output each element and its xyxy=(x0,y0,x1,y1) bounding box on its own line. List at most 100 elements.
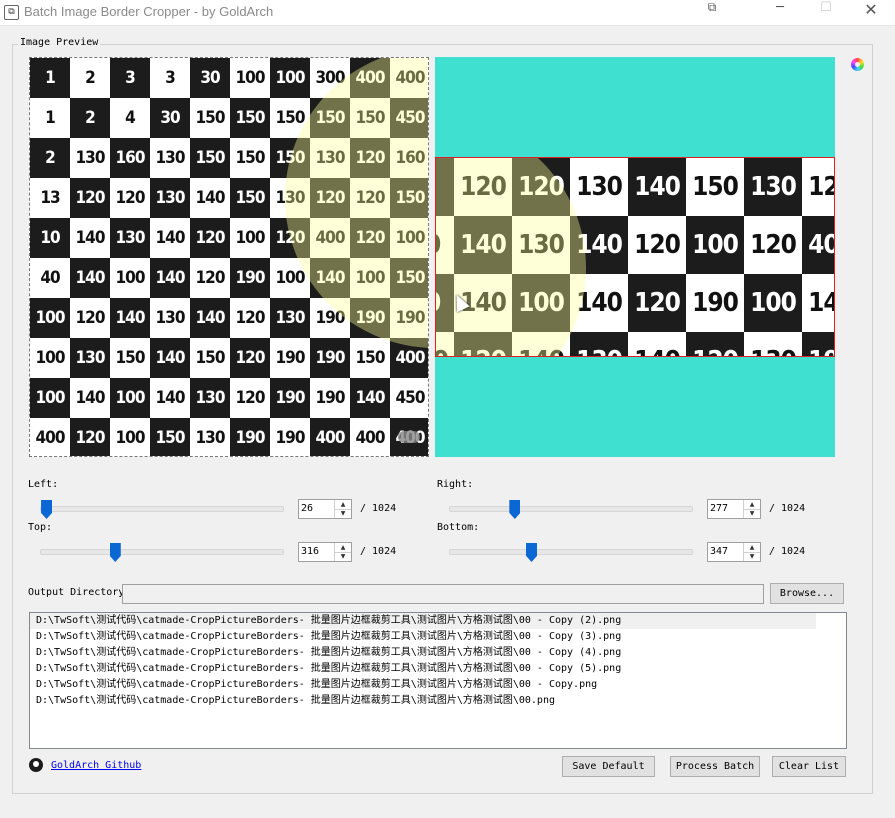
grid-cell: 100 xyxy=(110,378,150,418)
grid-cell: 190 xyxy=(802,332,834,356)
spin-down-icon[interactable]: ▼ xyxy=(335,552,351,561)
grid-cell: 100 xyxy=(230,218,270,258)
grid-cell: 400 xyxy=(390,338,428,378)
watermark-badge xyxy=(398,431,420,443)
file-list-item[interactable]: D:\TwSoft\测试代码\catmade-CropPictureBorder… xyxy=(30,645,846,661)
output-directory-input[interactable] xyxy=(122,584,764,604)
spin-down-icon[interactable]: ▼ xyxy=(335,509,351,518)
right-max-label: / 1024 xyxy=(769,503,806,514)
left-value: 26 xyxy=(301,503,314,514)
top-slider-track[interactable] xyxy=(40,549,284,555)
file-list-item[interactable]: D:\TwSoft\测试代码\catmade-CropPictureBorder… xyxy=(30,613,816,629)
file-list-item[interactable]: D:\TwSoft\测试代码\catmade-CropPictureBorder… xyxy=(30,693,846,709)
maximize-button[interactable]: ☐ xyxy=(804,0,848,25)
top-spinbox[interactable]: 316 ▲ ▼ xyxy=(298,542,352,562)
grid-cell: 1 xyxy=(30,58,70,98)
grid-cell: 160 xyxy=(390,138,428,178)
color-wheel-icon[interactable] xyxy=(851,58,864,71)
left-label: Left: xyxy=(28,479,59,490)
grid-cell: 100 xyxy=(436,332,454,356)
left-spinbox[interactable]: 26 ▲ ▼ xyxy=(298,499,352,519)
grid-cell: 120 xyxy=(230,298,270,338)
grid-cell: 120 xyxy=(744,216,802,274)
github-link[interactable]: GoldArch Github xyxy=(51,760,141,771)
grid-cell: 150 xyxy=(686,158,744,216)
grid-cell: 150 xyxy=(110,338,150,378)
grid-cell: 150 xyxy=(390,178,428,218)
right-value: 277 xyxy=(710,503,729,514)
grid-cell: 150 xyxy=(270,138,310,178)
grid-cell: 150 xyxy=(230,98,270,138)
grid-cell: 40 xyxy=(436,274,454,332)
grid-cell: 100 xyxy=(30,338,70,378)
grid-cell: 150 xyxy=(190,138,230,178)
grid-cell: 30 xyxy=(190,58,230,98)
grid-cell: 140 xyxy=(190,178,230,218)
grid-cell: 100 xyxy=(270,258,310,298)
grid-cell: 190 xyxy=(270,418,310,456)
right-slider-track[interactable] xyxy=(449,506,693,512)
grid-cell: 140 xyxy=(190,298,230,338)
grid-cell: 100 xyxy=(744,274,802,332)
grid-cell: 130 xyxy=(744,158,802,216)
right-spinbox[interactable]: 277 ▲ ▼ xyxy=(707,499,761,519)
grid-cell: 120 xyxy=(802,158,834,216)
grid-cell: 13 xyxy=(30,178,70,218)
github-icon xyxy=(29,758,43,772)
grid-cell: 100 xyxy=(270,58,310,98)
grid-cell: 140 xyxy=(150,218,190,258)
grid-cell: 2 xyxy=(70,98,110,138)
group-label: Image Preview xyxy=(18,37,101,48)
cropped-image-preview[interactable]: 3120120130140150130120100101401301401201… xyxy=(435,57,835,457)
grid-cell: 140 xyxy=(350,378,390,418)
spin-down-icon[interactable]: ▼ xyxy=(744,552,760,561)
grid-cell: 140 xyxy=(310,258,350,298)
grid-cell: 400 xyxy=(390,58,428,98)
grid-cell: 120 xyxy=(70,298,110,338)
grid-cell: 100 xyxy=(30,378,70,418)
grid-cell: 130 xyxy=(512,216,570,274)
grid-cell: 190 xyxy=(310,338,350,378)
close-button[interactable]: ✕ xyxy=(849,0,893,25)
restore-icon[interactable]: ⧉ xyxy=(690,0,734,25)
grid-cell: 140 xyxy=(150,258,190,298)
bottom-value: 347 xyxy=(710,546,729,557)
bottom-slider-track[interactable] xyxy=(449,549,693,555)
grid-cell: 190 xyxy=(270,378,310,418)
bottom-max-label: / 1024 xyxy=(769,546,806,557)
grid-cell: 120 xyxy=(230,378,270,418)
grid-cell: 150 xyxy=(310,98,350,138)
clear-list-button[interactable]: Clear List xyxy=(772,756,846,777)
grid-cell: 30 xyxy=(150,98,190,138)
process-batch-button[interactable]: Process Batch xyxy=(670,756,760,777)
grid-cell: 120 xyxy=(454,158,512,216)
grid-cell: 120 xyxy=(70,178,110,218)
file-list-item[interactable]: D:\TwSoft\测试代码\catmade-CropPictureBorder… xyxy=(30,629,846,645)
file-list-item[interactable]: D:\TwSoft\测试代码\catmade-CropPictureBorder… xyxy=(30,677,846,693)
grid-cell: 120 xyxy=(454,332,512,356)
browse-button[interactable]: Browse... xyxy=(770,583,844,604)
source-image-preview[interactable]: 1 2 3 3 30 100 100 300 400 400 1 2 4 30 150 150 150 150 15… xyxy=(29,57,429,457)
grid-cell: 130 xyxy=(150,138,190,178)
grid-cell: 140 xyxy=(570,274,628,332)
grid-cell: 100 xyxy=(30,298,70,338)
file-list-item[interactable]: D:\TwSoft\测试代码\catmade-CropPictureBorder… xyxy=(30,661,846,677)
grid-cell: 400 xyxy=(802,216,834,274)
title-bar: ⧉ Batch Image Border Cropper - by GoldAr… xyxy=(0,0,895,26)
file-list[interactable]: D:\TwSoft\测试代码\catmade-CropPictureBorder… xyxy=(29,612,847,749)
grid-cell: 400 xyxy=(310,218,350,258)
grid-cell: 190 xyxy=(686,274,744,332)
grid-cell: 130 xyxy=(190,418,230,456)
grid-cell: 150 xyxy=(350,98,390,138)
grid-cell: 140 xyxy=(454,216,512,274)
left-slider-track[interactable] xyxy=(40,506,284,512)
bottom-spinbox[interactable]: 347 ▲ ▼ xyxy=(707,542,761,562)
save-default-button[interactable]: Save Default xyxy=(562,756,655,777)
spin-down-icon[interactable]: ▼ xyxy=(744,509,760,518)
grid-cell: 140 xyxy=(70,218,110,258)
grid-cell: 120 xyxy=(686,332,744,356)
grid-cell: 140 xyxy=(70,378,110,418)
minimize-button[interactable]: ─ xyxy=(758,0,802,25)
grid-cell: 120 xyxy=(70,418,110,456)
grid-cell: 450 xyxy=(390,378,428,418)
